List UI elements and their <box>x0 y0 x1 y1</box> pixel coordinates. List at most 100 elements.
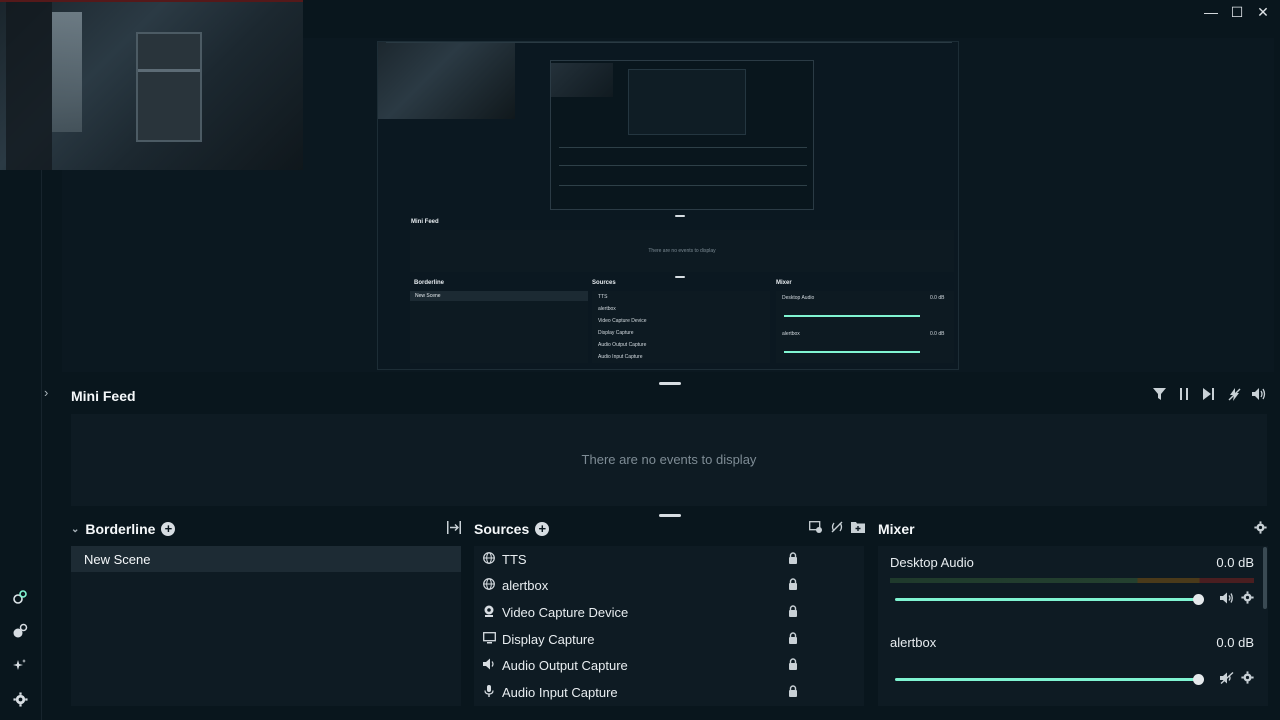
preview-mixer-name: Desktop Audio <box>782 295 815 301</box>
mixer-item-name: Desktop Audio <box>890 555 974 570</box>
stream-preview[interactable]: Mini Feed There are no events to display… <box>377 41 959 370</box>
lock-icon[interactable] <box>788 604 798 620</box>
preview-source-item: Video Capture Device <box>598 318 647 324</box>
preview-resize-handle <box>675 215 685 217</box>
webcam-icon <box>482 605 496 620</box>
resize-handle[interactable] <box>659 514 681 517</box>
resize-handle[interactable] <box>659 382 681 385</box>
source-item-tts[interactable]: TTS <box>474 546 864 572</box>
expand-panel-icon[interactable]: › <box>44 385 48 400</box>
preview-scenes-title: Borderline <box>414 280 445 286</box>
preview-source-item: Audio Output Capture <box>598 342 647 348</box>
preview-source-item: Display Capture <box>598 330 634 336</box>
preview-mixer-db: 0.0 dB <box>930 295 945 301</box>
audio-settings-icon[interactable] <box>1241 671 1254 687</box>
globe-icon <box>482 551 496 567</box>
inner-divider <box>559 185 807 186</box>
preview-source-item: Audio Input Capture <box>598 354 643 360</box>
volume-icon[interactable] <box>1252 388 1266 404</box>
source-label: alertbox <box>502 577 549 593</box>
audio-level-meter <box>890 578 1254 583</box>
volume-slider-track[interactable] <box>895 678 1199 681</box>
preview-scenes-list: New Scene <box>410 291 588 363</box>
inner-divider <box>559 147 807 148</box>
source-item-audio-input-capture[interactable]: Audio Input Capture <box>474 679 864 705</box>
preview-scene-item: New Scene <box>410 291 588 301</box>
source-label: Display Capture <box>502 631 595 647</box>
source-item-video-capture-device[interactable]: Video Capture Device <box>474 599 864 625</box>
preview-mixer-title: Mixer <box>776 280 792 286</box>
lock-icon[interactable] <box>788 551 798 567</box>
preview-mirror: Mini Feed There are no events to display… <box>378 42 958 369</box>
preview-mixer-slider <box>784 315 920 317</box>
minimize-button[interactable]: — <box>1202 3 1220 21</box>
close-button[interactable]: ✕ <box>1254 3 1272 21</box>
volume-slider-knob[interactable] <box>1193 674 1204 685</box>
source-item-display-capture[interactable]: Display Capture <box>474 626 864 652</box>
preview-mixer-slider <box>784 351 920 353</box>
preview-inner-capture <box>550 60 814 210</box>
dual-output-icon[interactable] <box>8 620 32 642</box>
add-folder-icon[interactable] <box>851 521 865 536</box>
settings-icon[interactable] <box>8 688 32 710</box>
preview-mixer-name: alertbox <box>782 331 800 337</box>
preview-feed-title: Mini Feed <box>411 219 439 225</box>
webcam-door-shadow <box>6 2 52 170</box>
lock-icon[interactable] <box>788 684 798 700</box>
webcam-source[interactable] <box>0 0 303 170</box>
mixer-settings-icon[interactable] <box>1254 521 1267 537</box>
preview-mixer-list: Desktop Audio 0.0 dB alertbox 0.0 dB <box>776 291 954 363</box>
scene-item-new-scene[interactable]: New Scene <box>71 546 461 572</box>
lock-icon[interactable] <box>788 577 798 593</box>
source-label: Video Capture Device <box>502 604 629 620</box>
studio-mode-icon[interactable] <box>8 586 32 608</box>
mixer-header: Mixer <box>878 520 915 538</box>
inner-webcam-source <box>551 63 613 97</box>
filter-icon[interactable] <box>1152 388 1166 404</box>
scene-collection-title[interactable]: Borderline <box>85 521 155 537</box>
maximize-button[interactable]: ☐ <box>1228 3 1246 21</box>
skip-alert-icon[interactable] <box>1202 388 1216 404</box>
pause-icon[interactable] <box>1177 388 1191 404</box>
mixer-item-db: 0.0 dB <box>1216 635 1254 650</box>
scenes-header: ⌄ Borderline + <box>71 520 176 538</box>
source-item-audio-output-capture[interactable]: Audio Output Capture <box>474 652 864 678</box>
add-source-button[interactable]: + <box>535 522 550 536</box>
selective-recording-icon[interactable] <box>809 521 823 536</box>
source-label: TTS <box>502 551 527 567</box>
mini-feed-tools <box>1152 388 1266 404</box>
mini-feed-events: There are no events to display <box>71 414 1267 506</box>
mixer-item-db: 0.0 dB <box>1216 555 1254 570</box>
monitor-icon <box>482 631 496 647</box>
microphone-icon <box>482 684 496 700</box>
sources-header: Sources + <box>474 520 550 538</box>
sources-list: TTS alertbox Video Capture Device Displa… <box>474 546 864 706</box>
muted-speaker-icon[interactable] <box>1220 671 1234 687</box>
mixer-scrollbar[interactable] <box>1263 547 1267 609</box>
source-label: Audio Output Capture <box>502 657 628 673</box>
preview-feed-empty: There are no events to display <box>648 248 716 254</box>
source-item-alertbox[interactable]: alertbox <box>474 572 864 598</box>
mute-alerts-icon[interactable] <box>1227 388 1241 404</box>
lock-icon[interactable] <box>788 631 798 647</box>
volume-slider-knob[interactable] <box>1193 594 1204 605</box>
add-scene-button[interactable]: + <box>161 522 176 536</box>
volume-slider-track[interactable] <box>895 598 1199 601</box>
audio-settings-icon[interactable] <box>1241 591 1254 607</box>
scenes-list: New Scene <box>71 546 461 706</box>
sources-title: Sources <box>474 521 530 537</box>
mini-feed-title: Mini Feed <box>71 388 136 404</box>
speaker-icon <box>482 658 496 673</box>
streamlabs-app: — ☐ ✕ Mini Feed There are no events to d… <box>0 0 1280 720</box>
scene-transitions-icon[interactable] <box>447 521 461 537</box>
preview-divider <box>386 42 952 43</box>
mixer-item-name: alertbox <box>890 635 937 650</box>
collapse-chevron-icon[interactable]: ⌄ <box>71 524 79 535</box>
preview-source-item: alertbox <box>598 306 616 312</box>
mute-toggle-icon[interactable] <box>1220 592 1234 607</box>
preview-sources-title: Sources <box>592 280 616 286</box>
audio-sources-icon[interactable] <box>830 521 844 536</box>
effects-icon[interactable] <box>8 654 32 676</box>
lock-icon[interactable] <box>788 657 798 673</box>
preview-resize-handle <box>675 276 685 278</box>
